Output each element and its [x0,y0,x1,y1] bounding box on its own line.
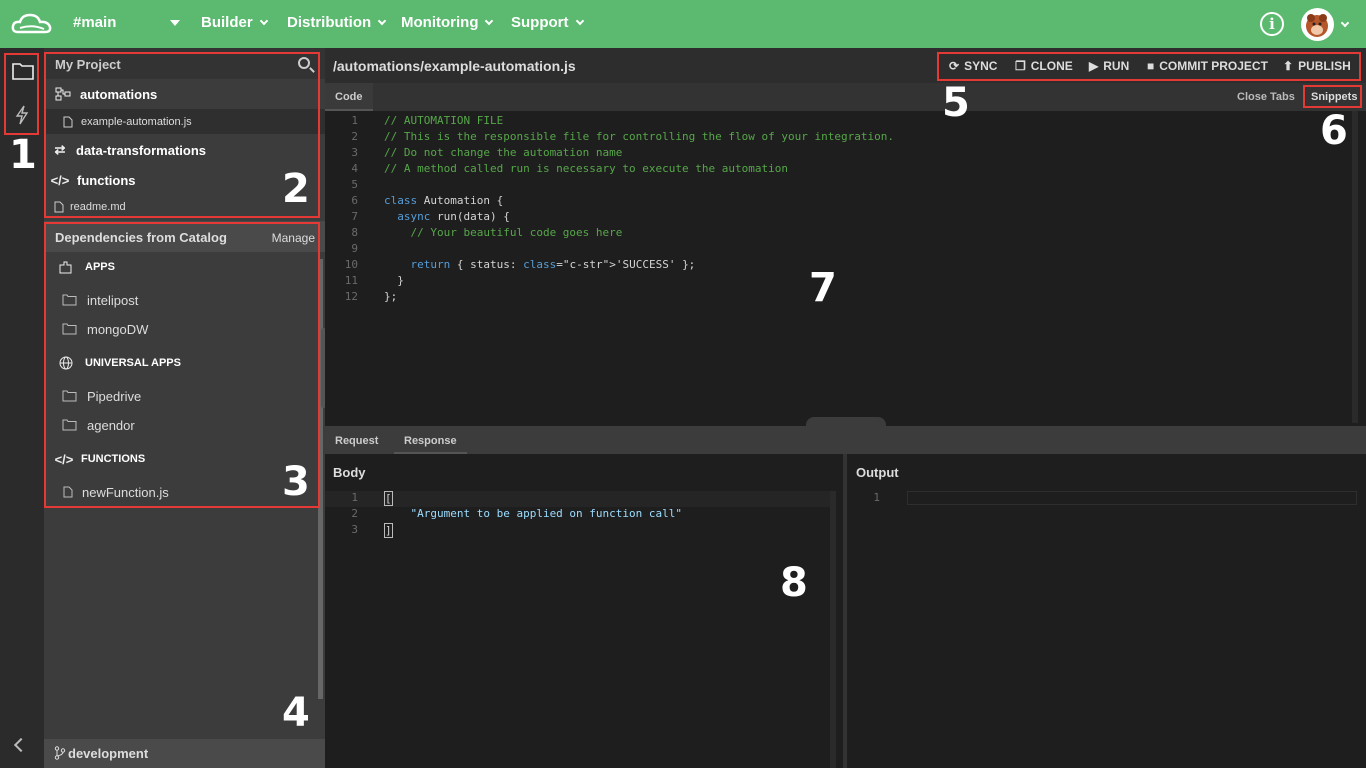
code-line: 2// This is the responsible file for con… [351,130,894,143]
annotation-number: 7 [809,265,837,311]
body-title: Body [333,465,366,480]
code-text: } [384,274,404,287]
chevron-down-icon [259,16,268,25]
code-line: 8 // Your beautiful code goes here [351,226,623,239]
annotation-box-5 [937,52,1361,81]
chevron-down-icon [575,16,584,25]
output-title: Output [856,465,899,480]
annotation-box-2 [44,52,320,218]
code-text: async run(data) { [397,210,510,223]
annotation-number: 8 [780,560,808,606]
code-text: [ [384,491,393,506]
editor-scrollbar[interactable] [1352,111,1358,423]
body-scrollbar[interactable] [830,491,836,768]
code-text: // This is the responsible file for cont… [384,130,894,143]
nav-label: Monitoring [401,14,479,31]
code-line: 4// A method called run is necessary to … [351,162,788,175]
chevron-down-icon [485,16,494,25]
code-text: // AUTOMATION FILE [384,114,504,127]
nav-monitoring[interactable]: Monitoring [401,14,494,31]
code-text: "Argument to be applied on function call… [384,507,683,520]
branch-caret-icon[interactable] [170,20,180,26]
nav-distribution[interactable]: Distribution [287,14,387,31]
code-line: 1[ [325,491,830,507]
request-response-tabs: Request Response [325,428,1366,454]
code-line: 5 [351,178,358,191]
tab-response[interactable]: Response [394,428,467,454]
tab-code[interactable]: Code [325,83,373,111]
editor-tab-bar: Code Close Tabs Snippets [325,83,1366,111]
nav-label: Support [511,14,569,31]
annotation-number: 6 [1320,108,1348,154]
branch-bar[interactable]: development [44,739,325,768]
annotation-number: 4 [282,690,310,736]
nav-label: Builder [201,14,253,31]
chevron-down-icon [377,16,387,25]
annotation-box-3 [44,222,320,508]
code-text: class Automation { [384,194,504,207]
nav-label: Distribution [287,14,372,31]
code-line: 1 [847,491,1366,507]
annotation-number: 5 [942,80,970,126]
code-line: 3// Do not change the automation name [351,146,623,159]
branch-selector[interactable]: #main [73,14,116,31]
code-line: 1// AUTOMATION FILE [351,114,504,127]
annotation-number: 3 [282,459,310,505]
code-text: return { status: class="c-str">'SUCCESS'… [410,258,696,271]
git-branch-icon [54,746,66,760]
nav-support[interactable]: Support [511,14,584,31]
chevron-down-icon[interactable] [1340,18,1350,28]
main-area: /automations/example-automation.js ⟳ SYNC… [325,48,1366,768]
nav-builder[interactable]: Builder [201,14,268,31]
avatar[interactable] [1301,8,1334,41]
close-tabs-button[interactable]: Close Tabs [1237,91,1295,103]
code-text: // Your beautiful code goes here [384,226,623,239]
code-text: // Do not change the automation name [384,146,623,159]
code-text: // A method called run is necessary to e… [384,162,788,175]
avatar-image [1306,14,1328,37]
tab-request[interactable]: Request [325,428,388,454]
code-line: 2 "Argument to be applied on function ca… [351,507,683,520]
code-line: 3] [351,523,393,538]
annotation-box-6 [1303,85,1362,108]
code-editor[interactable]: 1// AUTOMATION FILE 2// This is the resp… [325,111,1366,426]
branch-name: development [68,746,149,761]
code-line: 7 async run(data) { [351,210,510,223]
code-line: 9 [351,242,358,255]
code-line: 6 class Automation { [351,194,504,207]
code-text: ] [384,523,393,538]
file-path: /automations/example-automation.js [333,58,576,74]
annotation-number: 2 [282,166,310,212]
top-bar: #main Builder Distribution Monitoring Su… [0,0,1366,48]
code-text: }; [384,290,398,303]
collapse-left-icon[interactable] [13,737,29,753]
cloud-logo-icon[interactable] [10,10,54,38]
info-icon[interactable]: i [1260,12,1284,36]
annotation-box-1 [4,53,39,135]
annotation-number: 1 [9,132,37,178]
